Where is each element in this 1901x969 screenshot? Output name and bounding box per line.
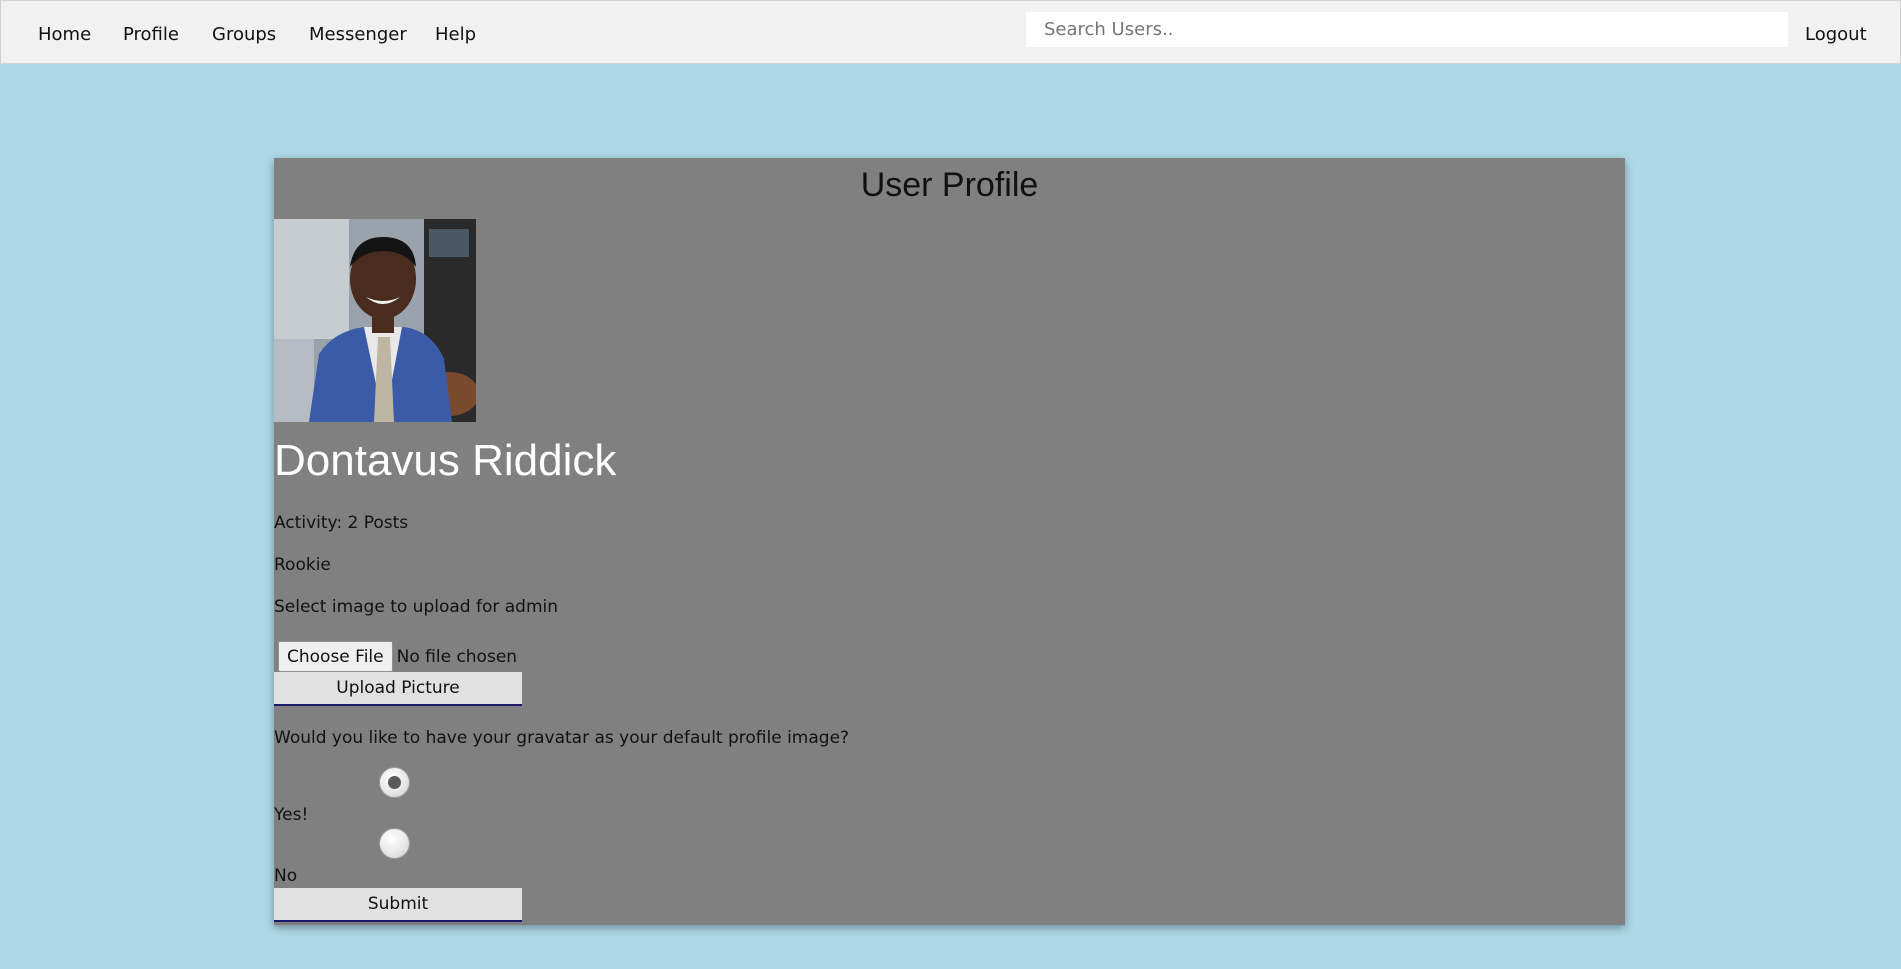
avatar — [274, 219, 476, 422]
user-rank: Rookie — [274, 555, 331, 575]
nav-messenger[interactable]: Messenger — [309, 24, 407, 45]
radio-no[interactable] — [379, 828, 410, 859]
nav-groups[interactable]: Groups — [212, 24, 276, 45]
nav-logout[interactable]: Logout — [1805, 24, 1867, 45]
file-input: Choose File No file chosen — [278, 641, 517, 672]
upload-prompt: Select image to upload for admin — [274, 597, 559, 617]
file-status: No file chosen — [396, 646, 518, 667]
nav-profile[interactable]: Profile — [123, 24, 179, 45]
nav-home[interactable]: Home — [38, 24, 91, 45]
nav-help[interactable]: Help — [435, 24, 476, 45]
user-profile-card: User Profile Dontavus Riddick Activity: … — [274, 158, 1625, 925]
gravatar-question: Would you like to have your gravatar as … — [274, 728, 850, 748]
user-photo-icon — [274, 219, 476, 422]
choose-file-button[interactable]: Choose File — [278, 641, 393, 672]
upload-picture-button[interactable]: Upload Picture — [274, 672, 522, 706]
page-title: User Profile — [860, 166, 1039, 204]
user-name: Dontavus Riddick — [274, 436, 617, 485]
radio-yes[interactable] — [379, 767, 410, 798]
top-navbar: Home Profile Groups Messenger Help Logou… — [0, 0, 1901, 64]
activity-count: Activity: 2 Posts — [274, 513, 409, 533]
submit-button[interactable]: Submit — [274, 888, 522, 922]
radio-no-label: No — [274, 866, 298, 886]
radio-selected-dot — [388, 776, 401, 789]
radio-yes-label: Yes! — [274, 805, 309, 825]
search-users-input[interactable] — [1026, 12, 1788, 47]
